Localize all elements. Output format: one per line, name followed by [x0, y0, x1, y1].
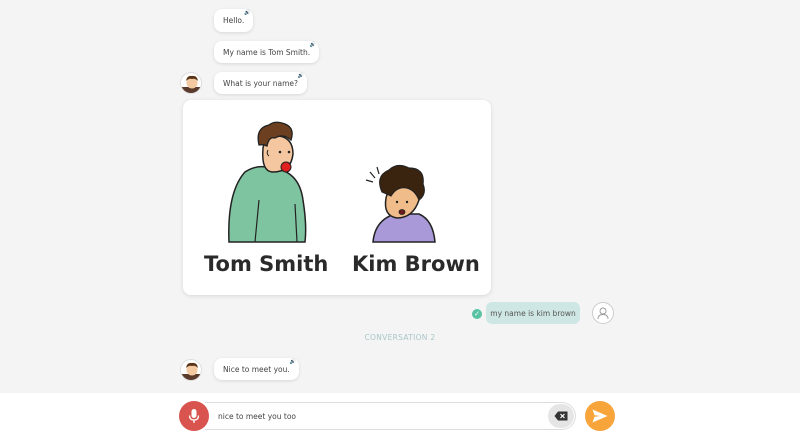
bot-avatar — [180, 359, 202, 381]
speaker-icon[interactable]: 🔊 — [298, 74, 304, 79]
bot-avatar — [180, 72, 202, 94]
characters-illustration — [228, 121, 436, 243]
microphone-icon — [188, 409, 200, 423]
user-message-text: my name is kim brown — [490, 308, 576, 318]
clear-input-button[interactable] — [548, 404, 574, 428]
person-name-kim: Kim Brown — [352, 252, 480, 276]
speaker-icon[interactable]: 🔊 — [310, 43, 316, 48]
tom-avatar-icon — [181, 362, 201, 380]
speaker-icon[interactable]: 🔊 — [290, 360, 296, 365]
bot-message-text: What is your name? — [223, 78, 298, 88]
bot-message-question: What is your name? 🔊 — [214, 72, 307, 94]
tom-avatar-icon — [181, 75, 201, 93]
bot-message-intro: My name is Tom Smith. 🔊 — [214, 41, 320, 63]
introduction-card: Tom Smith Kim Brown — [183, 100, 491, 295]
tom-smith-figure — [228, 121, 307, 243]
send-button[interactable] — [585, 401, 615, 431]
user-avatar — [592, 302, 614, 324]
user-silhouette-icon — [597, 307, 609, 320]
conversation-divider: CONVERSATION 2 — [364, 333, 436, 342]
bot-message-nice: Nice to meet you. 🔊 — [214, 358, 299, 380]
send-icon — [592, 409, 608, 423]
microphone-button[interactable] — [179, 401, 209, 431]
message-input-value[interactable]: nice to meet you too — [218, 412, 296, 421]
bot-message-hello: Hello. 🔊 — [214, 9, 254, 32]
user-message: my name is kim brown — [486, 302, 580, 324]
bot-message-text: My name is Tom Smith. — [223, 47, 311, 57]
speaker-icon[interactable]: 🔊 — [244, 11, 250, 16]
check-icon: ✓ — [472, 309, 482, 319]
person-name-tom: Tom Smith — [204, 252, 329, 276]
kim-brown-figure — [365, 164, 436, 243]
backspace-icon — [554, 411, 568, 421]
message-input[interactable]: nice to meet you too — [205, 402, 576, 430]
bot-message-text: Hello. — [223, 16, 245, 25]
bot-message-text: Nice to meet you. — [223, 364, 290, 374]
